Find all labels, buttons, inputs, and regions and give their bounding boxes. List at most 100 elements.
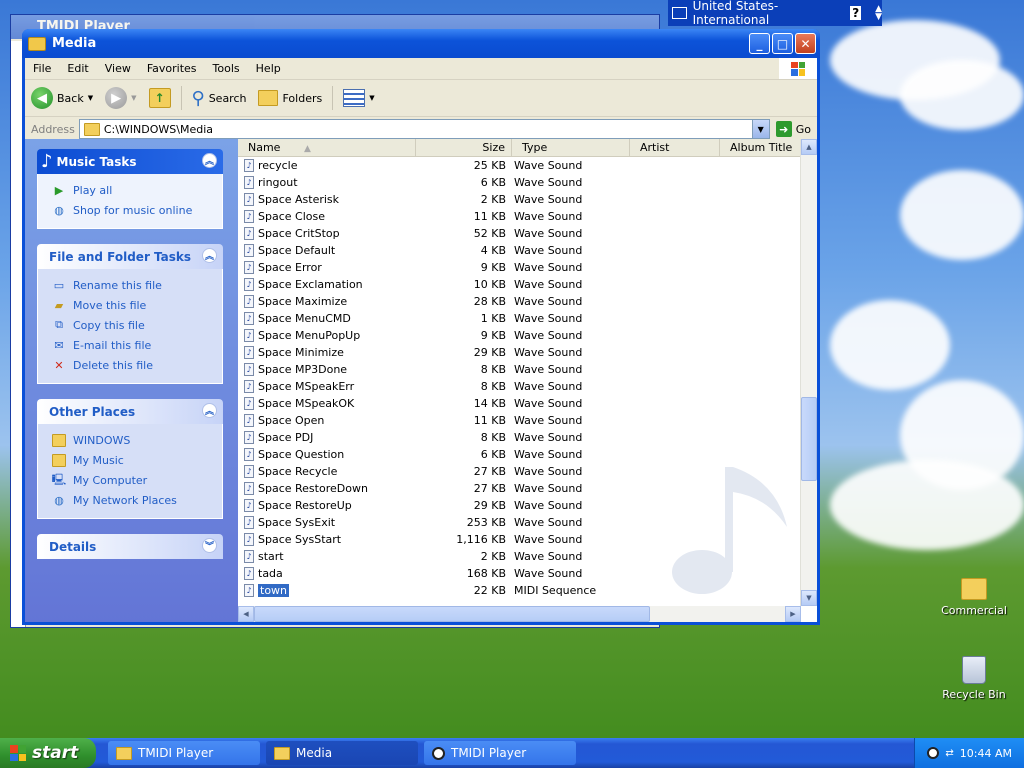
file-row[interactable]: ♪ Space Maximize 28 KB Wave Sound <box>238 293 801 310</box>
chevron-down-icon[interactable]: ▼ <box>131 94 136 102</box>
collapse-icon[interactable]: ︽ <box>202 153 217 168</box>
language-bar[interactable]: United States-International ? ▲ ▼ <box>668 0 882 27</box>
taskbar-item-tmidi-2[interactable]: TMIDI Player <box>424 741 576 765</box>
file-row[interactable]: ♪ town 22 KB MIDI Sequence <box>238 582 801 599</box>
desktop-icon-recycle-bin[interactable]: Recycle Bin <box>934 656 1014 701</box>
file-name-cell[interactable]: ♪ town <box>238 584 416 597</box>
file-row[interactable]: ♪ Space Recycle 27 KB Wave Sound <box>238 463 801 480</box>
file-name-cell[interactable]: ♪ tada <box>238 567 416 580</box>
menu-file[interactable]: File <box>25 62 59 75</box>
file-row[interactable]: ♪ Space Close 11 KB Wave Sound <box>238 208 801 225</box>
details-header[interactable]: Details ︾ <box>37 534 223 559</box>
file-row[interactable]: ♪ recycle 25 KB Wave Sound <box>238 157 801 174</box>
file-row[interactable]: ♪ Space RestoreUp 29 KB Wave Sound <box>238 497 801 514</box>
file-row[interactable]: ♪ Space Error 9 KB Wave Sound <box>238 259 801 276</box>
file-name-cell[interactable]: ♪ Space Close <box>238 210 416 223</box>
back-button[interactable]: ◀ Back ▼ <box>25 83 99 113</box>
start-button[interactable]: start <box>0 738 96 768</box>
file-row[interactable]: ♪ Space MSpeakErr 8 KB Wave Sound <box>238 378 801 395</box>
column-name[interactable]: Name ▲ <box>238 139 416 156</box>
file-name-cell[interactable]: ♪ Space Asterisk <box>238 193 416 206</box>
horizontal-scroll-thumb[interactable] <box>254 606 650 622</box>
file-row[interactable]: ♪ Space PDJ 8 KB Wave Sound <box>238 429 801 446</box>
email-file-link[interactable]: ✉ E-mail this file <box>52 335 222 355</box>
network-tray-icon[interactable]: ⇄ <box>945 748 953 759</box>
file-name-cell[interactable]: ♪ Space Open <box>238 414 416 427</box>
forward-button[interactable]: ▶ ▼ <box>99 83 142 113</box>
collapse-icon[interactable]: ︽ <box>202 248 217 263</box>
menu-view[interactable]: View <box>97 62 139 75</box>
menu-edit[interactable]: Edit <box>59 62 96 75</box>
file-list[interactable]: Name ▲ Size Type Artist Album Title ♪ rec… <box>238 139 817 622</box>
menu-tools[interactable]: Tools <box>205 62 248 75</box>
file-name-cell[interactable]: ♪ Space SysExit <box>238 516 416 529</box>
menu-favorites[interactable]: Favorites <box>139 62 205 75</box>
maximize-button[interactable]: □ <box>772 33 793 54</box>
column-type[interactable]: Type <box>512 139 630 156</box>
folders-button[interactable]: Folders <box>252 83 328 113</box>
column-size[interactable]: Size <box>416 139 512 156</box>
views-button[interactable]: ▼ <box>337 83 380 113</box>
file-row[interactable]: ♪ tada 168 KB Wave Sound <box>238 565 801 582</box>
address-input[interactable]: C:\WINDOWS\Media ▼ <box>78 119 770 139</box>
file-name-cell[interactable]: ♪ Space Error <box>238 261 416 274</box>
taskbar-item-tmidi-1[interactable]: TMIDI Player <box>108 741 260 765</box>
file-row[interactable]: ♪ Space MenuPopUp 9 KB Wave Sound <box>238 327 801 344</box>
scroll-down-button[interactable]: ▼ <box>801 590 817 606</box>
delete-file-link[interactable]: ✕ Delete this file <box>52 355 222 375</box>
file-name-cell[interactable]: ♪ Space RestoreDown <box>238 482 416 495</box>
file-name-cell[interactable]: ♪ Space MP3Done <box>238 363 416 376</box>
file-row[interactable]: ♪ Space Default 4 KB Wave Sound <box>238 242 801 259</box>
copy-file-link[interactable]: ⧉ Copy this file <box>52 315 222 335</box>
tmidi-tray-icon[interactable] <box>927 747 940 759</box>
file-name-cell[interactable]: ♪ recycle <box>238 159 416 172</box>
clock[interactable]: 10:44 AM <box>960 747 1012 760</box>
minimize-button[interactable]: _ <box>749 33 770 54</box>
file-name-cell[interactable]: ♪ Space MSpeakErr <box>238 380 416 393</box>
menu-help[interactable]: Help <box>248 62 289 75</box>
file-row[interactable]: ♪ Space MenuCMD 1 KB Wave Sound <box>238 310 801 327</box>
file-name-cell[interactable]: ♪ Space MenuCMD <box>238 312 416 325</box>
taskbar-item-media[interactable]: Media <box>266 741 418 765</box>
my-computer-link[interactable]: 🖳 My Computer <box>52 470 222 490</box>
language-bar-options-icon[interactable]: ▲ ▼ <box>875 5 882 22</box>
shop-music-link[interactable]: ◍ Shop for music online <box>52 200 222 220</box>
file-row[interactable]: ♪ Space CritStop 52 KB Wave Sound <box>238 225 801 242</box>
expand-icon[interactable]: ︾ <box>202 538 217 553</box>
chevron-down-icon[interactable]: ▼ <box>369 94 374 102</box>
go-button[interactable]: ➜ Go <box>770 121 817 137</box>
file-row[interactable]: ♪ Space SysExit 253 KB Wave Sound <box>238 514 801 531</box>
file-name-cell[interactable]: ♪ Space CritStop <box>238 227 416 240</box>
my-network-places-link[interactable]: ◍ My Network Places <box>52 490 222 510</box>
move-file-link[interactable]: ▰ Move this file <box>52 295 222 315</box>
chevron-down-icon[interactable]: ▼ <box>751 120 769 138</box>
file-name-cell[interactable]: ♪ Space Exclamation <box>238 278 416 291</box>
explorer-window[interactable]: Media _ □ ✕ File Edit View Favorites Too… <box>22 29 820 625</box>
file-row[interactable]: ♪ ringout 6 KB Wave Sound <box>238 174 801 191</box>
windows-folder-link[interactable]: WINDOWS <box>52 430 222 450</box>
close-button[interactable]: ✕ <box>795 33 816 54</box>
music-tasks-header[interactable]: ♪ Music Tasks ︽ <box>37 149 223 174</box>
scroll-up-button[interactable]: ▲ <box>801 139 817 155</box>
file-name-cell[interactable]: ♪ Space RestoreUp <box>238 499 416 512</box>
rename-file-link[interactable]: ▭ Rename this file <box>52 275 222 295</box>
file-name-cell[interactable]: ♪ Space PDJ <box>238 431 416 444</box>
file-name-cell[interactable]: ♪ Space Minimize <box>238 346 416 359</box>
file-name-cell[interactable]: ♪ Space MenuPopUp <box>238 329 416 342</box>
horizontal-scrollbar[interactable]: ◀ ▶ <box>238 606 801 622</box>
help-button[interactable]: ? <box>850 6 862 20</box>
address-value[interactable]: C:\WINDOWS\Media <box>104 123 213 136</box>
language-label[interactable]: United States-International <box>693 0 839 27</box>
vertical-scrollbar[interactable]: ▲ ▼ <box>800 139 817 606</box>
file-name-cell[interactable]: ♪ Space Recycle <box>238 465 416 478</box>
file-name-cell[interactable]: ♪ Space Question <box>238 448 416 461</box>
chevron-down-icon[interactable]: ▼ <box>88 94 93 102</box>
collapse-icon[interactable]: ︽ <box>202 403 217 418</box>
column-artist[interactable]: Artist <box>630 139 720 156</box>
file-row[interactable]: ♪ Space Question 6 KB Wave Sound <box>238 446 801 463</box>
vertical-scroll-thumb[interactable] <box>801 397 817 481</box>
file-row[interactable]: ♪ Space Open 11 KB Wave Sound <box>238 412 801 429</box>
file-row[interactable]: ♪ Space Exclamation 10 KB Wave Sound <box>238 276 801 293</box>
file-row[interactable]: ♪ Space RestoreDown 27 KB Wave Sound <box>238 480 801 497</box>
search-button[interactable]: ⚲ Search <box>186 83 253 113</box>
